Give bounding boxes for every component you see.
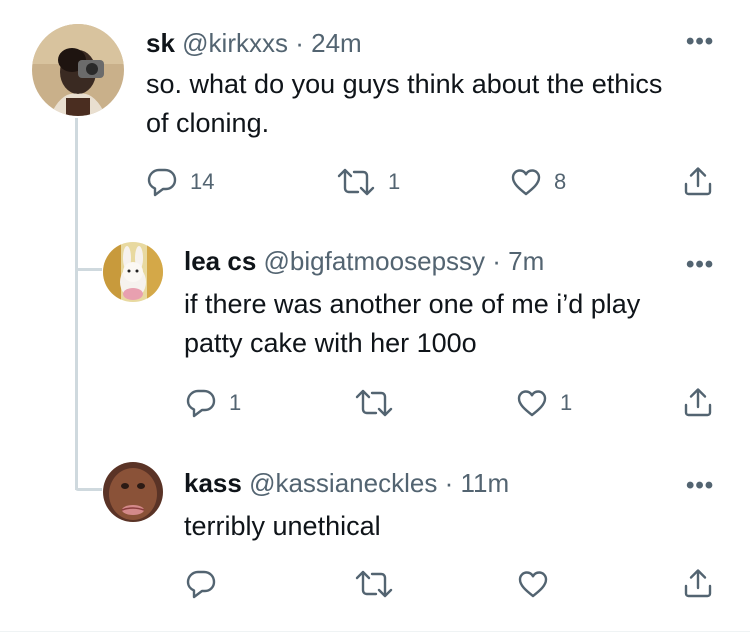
display-name[interactable]: lea cs: [184, 246, 256, 276]
tweet-text-line: of cloning.: [146, 108, 270, 138]
share-button[interactable]: [682, 386, 714, 418]
like-button[interactable]: 1: [516, 388, 572, 418]
like-button[interactable]: 8: [510, 167, 566, 197]
timestamp[interactable]: 11m: [460, 468, 509, 498]
thread-connector-reply-1: [75, 268, 102, 271]
tweet-text-line: if there was another one of me i’d play: [184, 289, 641, 319]
display-name[interactable]: kass: [184, 468, 242, 498]
tweet-text: if there was another one of me i’d play …: [184, 285, 704, 363]
tweet-header: lea cs @bigfatmoosepssy · 7m: [184, 245, 544, 277]
tweet-text: terribly unethical: [184, 507, 704, 546]
timestamp[interactable]: 7m: [508, 246, 544, 276]
more-icon[interactable]: •••: [686, 253, 714, 277]
heart-icon: [517, 390, 547, 417]
retweet-count: 1: [388, 169, 401, 194]
more-icon[interactable]: •••: [686, 474, 714, 498]
retweet-icon: [355, 570, 393, 598]
reply-button[interactable]: 14: [146, 167, 214, 197]
retweet-button[interactable]: 1: [336, 167, 400, 197]
retweet-icon: [337, 168, 375, 196]
separator: ·: [492, 246, 501, 276]
tweet-text-line: terribly unethical: [184, 511, 381, 541]
retweet-button[interactable]: [354, 569, 394, 599]
user-handle[interactable]: @bigfatmoosepssy: [264, 246, 486, 276]
like-count: 1: [560, 390, 573, 415]
reply-count: 1: [229, 390, 242, 415]
share-button[interactable]: [682, 165, 714, 197]
share-icon: [684, 388, 712, 417]
avatar[interactable]: [32, 24, 124, 116]
like-button[interactable]: [517, 569, 549, 599]
thread-connector-reply-2: [75, 488, 102, 491]
separator: ·: [444, 468, 454, 498]
user-handle[interactable]: @kirkxxs: [182, 28, 288, 58]
avatar[interactable]: [103, 242, 163, 302]
user-handle[interactable]: @kassianeckles: [249, 468, 437, 498]
share-icon: [684, 569, 712, 598]
tweet-header: kass @kassianeckles · 11m: [184, 467, 509, 499]
thread-line-main: [75, 118, 78, 490]
timestamp[interactable]: 24m: [311, 28, 362, 58]
more-icon[interactable]: •••: [686, 30, 714, 54]
tweet-header: sk @kirkxxs · 24m: [146, 27, 362, 59]
share-button[interactable]: [682, 567, 714, 599]
reply-icon: [186, 389, 216, 418]
retweet-icon: [355, 389, 393, 417]
share-icon: [684, 167, 712, 196]
separator: ·: [295, 28, 304, 58]
reply-icon: [147, 168, 177, 197]
reply-button[interactable]: 1: [185, 388, 241, 418]
like-count: 8: [554, 169, 567, 194]
tweet-text-line: patty cake with her 100o: [184, 328, 477, 358]
heart-icon: [518, 571, 548, 598]
display-name[interactable]: sk: [146, 28, 175, 58]
reply-button[interactable]: [185, 569, 217, 599]
heart-icon: [511, 169, 541, 196]
avatar[interactable]: [103, 462, 163, 522]
tweet-text-line: so. what do you guys think about the eth…: [146, 69, 663, 99]
retweet-button[interactable]: [354, 388, 406, 418]
tweet-text: so. what do you guys think about the eth…: [146, 65, 706, 143]
reply-icon: [186, 570, 216, 599]
reply-count: 14: [190, 169, 215, 194]
